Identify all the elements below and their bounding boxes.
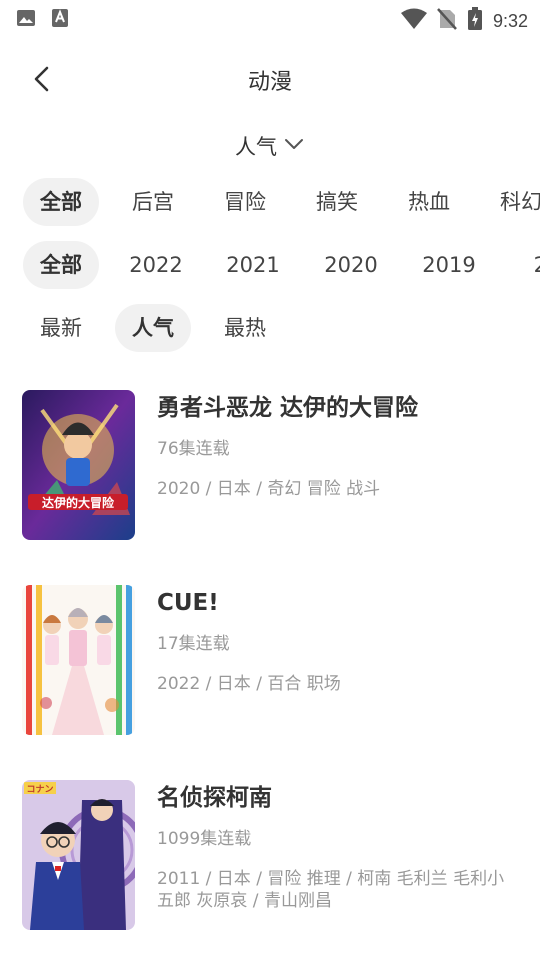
app-header: 动漫 — [0, 48, 540, 108]
year-chip-2020[interactable]: 2020 — [313, 241, 389, 289]
no-sim-icon — [437, 8, 457, 34]
genre-chip-harem[interactable]: 后宫 — [118, 178, 188, 226]
sort-dropdown[interactable]: 人气 — [0, 126, 540, 166]
status-bar: 9:32 — [0, 0, 540, 36]
anime-meta: 2011 / 日本 / 冒险 推理 / 柯南 毛利兰 毛利小五郎 灰原哀 / 青… — [157, 869, 505, 911]
anime-info: 勇者斗恶龙 达伊的大冒险 76集连载 2020 / 日本 / 奇幻 冒险 战斗 — [157, 390, 517, 500]
chevron-down-icon — [283, 133, 305, 159]
genre-chip-scifi[interactable]: 科幻 — [486, 178, 540, 226]
wifi-icon — [400, 8, 427, 34]
anime-title: 名侦探柯南 — [157, 785, 272, 811]
cover-logo-text: コナン — [26, 784, 53, 795]
anime-info: 名侦探柯南 1099集连载 2011 / 日本 / 冒险 推理 / 柯南 毛利兰… — [157, 780, 517, 912]
year-chip-2022[interactable]: 2022 — [118, 241, 194, 289]
order-chip-hottest[interactable]: 最热 — [210, 304, 280, 352]
cover-logo-text: 达伊的大冒险 — [42, 495, 115, 510]
anime-title: CUE! — [157, 590, 219, 616]
genre-filter-row: 全部 后宫 冒险 搞笑 热血 科幻 — [0, 178, 540, 228]
genre-chip-hotblood[interactable]: 热血 — [394, 178, 464, 226]
text-notification-icon — [50, 8, 70, 32]
cover-image: 达伊的大冒险 — [22, 390, 135, 540]
year-chip-2019[interactable]: 2019 — [411, 241, 487, 289]
anime-meta: 2022 / 日本 / 百合 职场 — [157, 674, 341, 694]
battery-charging-icon — [467, 7, 483, 35]
year-filter-row: 全部 2022 2021 2020 2019 20 — [0, 241, 540, 291]
image-notification-icon — [16, 8, 36, 32]
anime-meta: 2020 / 日本 / 奇幻 冒险 战斗 — [157, 479, 381, 499]
episode-count: 76集连载 — [157, 439, 230, 459]
list-item[interactable]: コナン 名侦探柯南 1099集连载 2011 / 日本 / 冒险 推理 / 柯南… — [0, 780, 540, 930]
genre-chip-comedy[interactable]: 搞笑 — [302, 178, 372, 226]
year-chip-all[interactable]: 全部 — [23, 241, 99, 289]
anime-info: CUE! 17集连载 2022 / 日本 / 百合 职场 — [157, 585, 517, 695]
system-icons: 9:32 — [400, 7, 528, 35]
order-chip-latest[interactable]: 最新 — [26, 304, 96, 352]
year-chip-2021[interactable]: 2021 — [215, 241, 291, 289]
anime-title: 勇者斗恶龙 达伊的大冒险 — [157, 395, 419, 421]
episode-count: 17集连载 — [157, 634, 230, 654]
clock-time: 9:32 — [492, 10, 528, 31]
list-item[interactable]: CUE! 17集连载 2022 / 日本 / 百合 职场 — [0, 585, 540, 735]
cover-image — [22, 585, 135, 735]
sort-label: 人气 — [235, 135, 277, 159]
year-chip-partial[interactable]: 20 — [509, 241, 540, 289]
order-chip-popular[interactable]: 人气 — [115, 304, 191, 352]
genre-chip-adventure[interactable]: 冒险 — [210, 178, 280, 226]
genre-chip-all[interactable]: 全部 — [23, 178, 99, 226]
order-filter-row: 最新 人气 最热 — [0, 304, 540, 354]
cover-image: コナン — [22, 780, 135, 930]
notification-icons — [16, 8, 70, 32]
list-item[interactable]: 达伊的大冒险 勇者斗恶龙 达伊的大冒险 76集连载 2020 / 日本 / 奇幻… — [0, 390, 540, 540]
page-title: 动漫 — [247, 70, 292, 95]
episode-count: 1099集连载 — [157, 829, 252, 849]
